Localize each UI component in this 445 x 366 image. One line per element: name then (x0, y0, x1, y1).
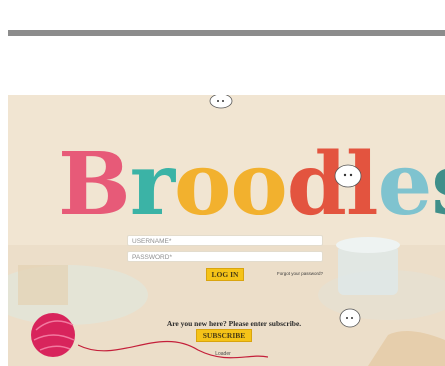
logo-letter: o (230, 134, 287, 235)
username-field[interactable]: USERNAME* (127, 235, 323, 246)
sheep-doodle-icon (334, 164, 362, 188)
logo-letter: o (174, 134, 231, 235)
sheep-doodle-icon (339, 308, 361, 328)
password-placeholder: PASSWORD* (132, 254, 172, 261)
password-field[interactable]: PASSWORD* (127, 251, 323, 262)
logo-letter: e (377, 134, 433, 235)
yarn-string (78, 340, 268, 359)
top-divider (8, 30, 445, 36)
logo-letter: s (431, 135, 445, 235)
forgot-password-link[interactable]: Forgot your password? (277, 271, 323, 276)
logo-letter: r (129, 134, 175, 235)
sheep-doodle-icon (209, 95, 233, 109)
username-placeholder: USERNAME* (132, 238, 172, 245)
login-stage: Broodles USERNAME* PASSWORD* LOG IN Forg… (8, 95, 445, 366)
logo-letter: B (58, 134, 131, 235)
login-label: LOG IN (211, 270, 239, 279)
login-button[interactable]: LOG IN (206, 268, 244, 281)
